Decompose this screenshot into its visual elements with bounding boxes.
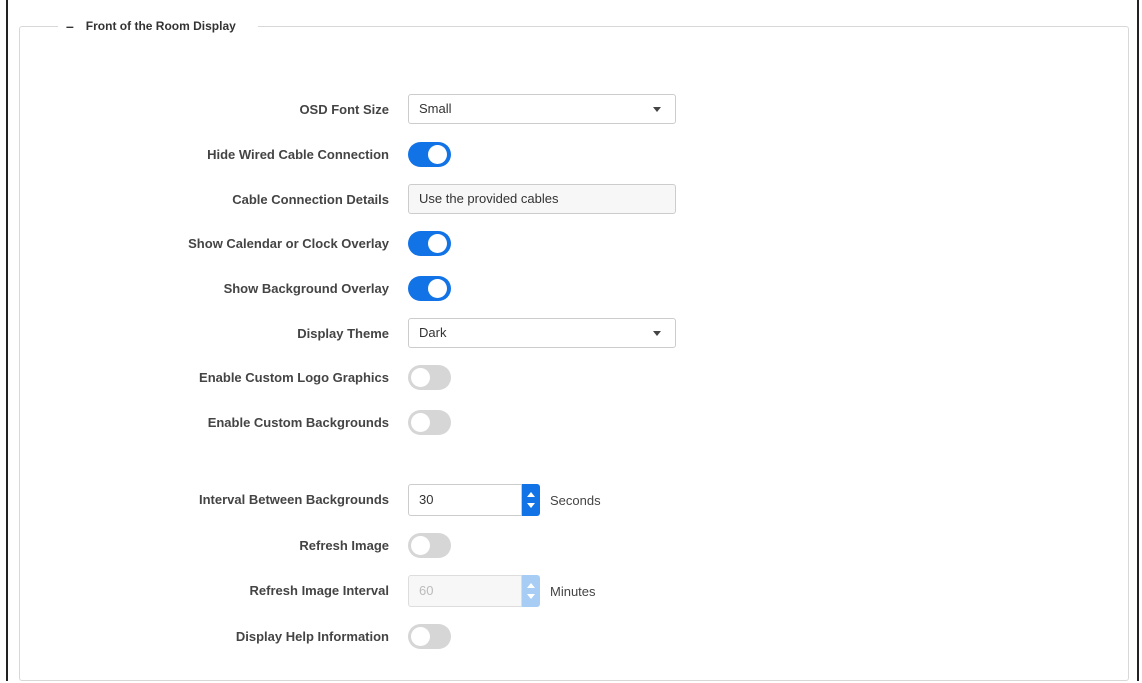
display-theme-value: Dark [419,325,447,340]
osd-font-size-label: OSD Font Size [299,102,389,117]
cable-details-label: Cable Connection Details [232,192,389,207]
collapse-icon[interactable]: – [66,17,74,35]
interval-backgrounds-unit: Seconds [550,492,601,508]
refresh-interval-input[interactable]: 60 [408,575,522,607]
row-refresh-interval: Refresh Image Interval 60 Minutes [0,575,1142,607]
interval-backgrounds-label: Interval Between Backgrounds [199,492,389,507]
row-custom-logo: Enable Custom Logo Graphics [0,362,1142,394]
chevron-down-icon[interactable] [527,503,535,508]
toggle-knob [411,536,430,555]
interval-backgrounds-spinner: 30 Seconds [408,484,601,516]
section-title: Front of the Room Display [85,19,236,33]
chevron-up-icon[interactable] [527,583,535,588]
refresh-interval-unit: Minutes [550,583,596,599]
stepper-buttons[interactable] [522,484,540,516]
custom-backgrounds-toggle[interactable] [408,410,451,435]
toggle-knob [411,413,430,432]
display-theme-label: Display Theme [297,326,389,341]
toggle-knob [428,234,447,253]
chevron-down-icon [653,107,661,112]
section-header[interactable]: – Front of the Room Display [58,17,258,35]
custom-logo-label: Enable Custom Logo Graphics [199,370,389,385]
custom-backgrounds-label: Enable Custom Backgrounds [207,415,389,430]
row-cable-details: Cable Connection Details Use the provide… [0,184,1142,216]
row-calendar-overlay: Show Calendar or Clock Overlay [0,228,1142,260]
calendar-overlay-label: Show Calendar or Clock Overlay [188,236,389,251]
toggle-knob [428,279,447,298]
background-overlay-toggle[interactable] [408,276,451,301]
hide-wired-cable-toggle[interactable] [408,142,451,167]
refresh-interval-spinner: 60 Minutes [408,575,596,607]
row-hide-wired-cable: Hide Wired Cable Connection [0,139,1142,171]
row-background-overlay: Show Background Overlay [0,273,1142,305]
row-custom-backgrounds: Enable Custom Backgrounds [0,407,1142,439]
toggle-knob [411,368,430,387]
row-display-theme: Display Theme Dark [0,318,1142,350]
row-refresh-image: Refresh Image [0,530,1142,562]
toggle-knob [428,145,447,164]
display-theme-select[interactable]: Dark [408,318,676,348]
refresh-image-toggle[interactable] [408,533,451,558]
row-interval-backgrounds: Interval Between Backgrounds 30 Seconds [0,484,1142,516]
calendar-overlay-toggle[interactable] [408,231,451,256]
osd-font-size-value: Small [419,101,452,116]
cable-details-input[interactable]: Use the provided cables [408,184,676,214]
custom-logo-toggle[interactable] [408,365,451,390]
toggle-knob [411,627,430,646]
background-overlay-label: Show Background Overlay [223,281,389,296]
display-help-toggle[interactable] [408,624,451,649]
chevron-up-icon[interactable] [527,492,535,497]
chevron-down-icon [653,331,661,336]
interval-backgrounds-input[interactable]: 30 [408,484,522,516]
hide-wired-cable-label: Hide Wired Cable Connection [207,147,389,162]
chevron-down-icon[interactable] [527,594,535,599]
row-osd-font-size: OSD Font Size Small [0,94,1142,126]
row-display-help: Display Help Information [0,621,1142,653]
refresh-image-label: Refresh Image [299,538,389,553]
display-help-label: Display Help Information [235,629,389,644]
stepper-buttons[interactable] [522,575,540,607]
refresh-interval-label: Refresh Image Interval [249,583,389,598]
osd-font-size-select[interactable]: Small [408,94,676,124]
